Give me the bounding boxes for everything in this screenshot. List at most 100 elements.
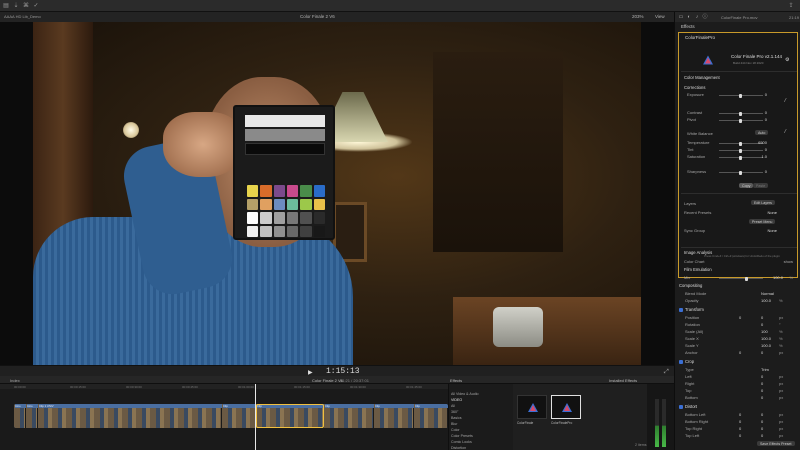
category-item[interactable]: Color Presets xyxy=(451,434,473,438)
top-left-x[interactable]: 0 xyxy=(739,433,741,438)
top-left-y[interactable]: 0 xyxy=(761,433,763,438)
tint-value[interactable]: 0 xyxy=(765,147,767,152)
timeline[interactable]: 00:00:00 00:00:15:00 00:00:30:00 00:00:4… xyxy=(0,384,448,450)
white-balance-auto-button[interactable]: Auto xyxy=(755,130,769,135)
installed-effects-menu[interactable]: Installed Effects xyxy=(609,378,637,383)
import-icon[interactable]: ⇣ xyxy=(13,3,19,9)
eyedropper-icon[interactable]: ⁄ xyxy=(785,129,786,135)
category-item[interactable]: Basics xyxy=(451,416,462,420)
blend-mode-value[interactable]: Normal xyxy=(761,291,774,296)
audio-inspector-icon[interactable]: ♪ xyxy=(694,14,700,20)
transform-checkbox[interactable] xyxy=(679,308,683,312)
slider-knob[interactable] xyxy=(739,118,742,123)
color-inspector-icon[interactable]: ◐ xyxy=(686,14,692,20)
distort-checkbox[interactable] xyxy=(679,405,683,409)
pivot-value[interactable]: 0 xyxy=(765,117,767,122)
timeline-clip[interactable]: Intro xyxy=(14,404,26,428)
position-y[interactable]: 0 xyxy=(761,315,763,320)
info-inspector-icon[interactable]: ⓘ xyxy=(702,14,708,20)
timeline-clip[interactable]: Clip xyxy=(222,404,256,428)
crop-right-value[interactable]: 0 xyxy=(761,381,763,386)
eyedropper-icon[interactable]: ⁄ xyxy=(785,98,786,104)
saturation-slider[interactable] xyxy=(719,155,763,160)
slider-knob[interactable] xyxy=(739,93,742,98)
save-effects-preset-button[interactable]: Save Effects Preset xyxy=(757,441,795,446)
scale-x-value[interactable]: 100.0 xyxy=(761,336,771,341)
copy-button[interactable]: Copy xyxy=(739,183,754,188)
exposure-slider[interactable] xyxy=(719,93,763,98)
crop-type-value[interactable]: Trim xyxy=(761,367,769,372)
top-right-y[interactable]: 0 xyxy=(761,426,763,431)
zoom-menu[interactable]: 203% xyxy=(632,14,644,19)
bottom-left-y[interactable]: 0 xyxy=(761,412,763,417)
edit-layers-button[interactable]: Edit Layers xyxy=(751,200,775,205)
video-inspector-icon[interactable]: ▭ xyxy=(678,14,684,20)
viewer[interactable] xyxy=(0,22,674,365)
crop-top-value[interactable]: 0 xyxy=(761,388,763,393)
slider-knob[interactable] xyxy=(739,111,742,116)
saturation-value[interactable]: 1.0 xyxy=(761,154,767,159)
sharpness-value[interactable]: 0 xyxy=(765,169,767,174)
crop-left-value[interactable]: 0 xyxy=(761,374,763,379)
crop-bottom-value[interactable]: 0 xyxy=(761,395,763,400)
slider-knob[interactable] xyxy=(739,170,742,175)
recent-presets-value[interactable]: None xyxy=(767,210,777,215)
category-item[interactable]: Color xyxy=(451,428,460,432)
settings-icon[interactable]: ⚙ xyxy=(785,57,789,63)
bottom-right-x[interactable]: 0 xyxy=(739,419,741,424)
contrast-value[interactable]: 0 xyxy=(765,110,767,115)
checkmark-icon[interactable]: ✓ xyxy=(33,3,39,9)
category-item[interactable]: Comic Looks xyxy=(451,440,472,444)
scale-y-value[interactable]: 100.0 xyxy=(761,343,771,348)
timeline-clip[interactable]: Clip xyxy=(374,404,414,428)
effect-thumbnail[interactable] xyxy=(517,395,547,419)
opacity-value[interactable]: 100.0 xyxy=(761,298,771,303)
effect-thumbnail-selected[interactable] xyxy=(551,395,581,419)
slider-knob[interactable] xyxy=(739,155,742,160)
category-item[interactable]: Blur xyxy=(451,422,457,426)
slider-knob[interactable] xyxy=(739,148,742,153)
playhead[interactable] xyxy=(255,384,256,450)
category-item[interactable]: Distortion xyxy=(451,446,466,450)
bottom-left-x[interactable]: 0 xyxy=(739,412,741,417)
pivot-slider[interactable] xyxy=(719,118,763,123)
key-icon[interactable]: ⌘ xyxy=(23,3,29,9)
sharpness-slider[interactable] xyxy=(719,170,763,175)
category-item[interactable]: All xyxy=(451,404,455,408)
category-item[interactable]: 360° xyxy=(451,410,458,414)
bottom-right-y[interactable]: 0 xyxy=(761,419,763,424)
anchor-y[interactable]: 0 xyxy=(761,350,763,355)
colorfinale-pro-panel[interactable]: ColorFinalePro Color Finale Pro v2.1.144… xyxy=(678,32,798,281)
contrast-slider[interactable] xyxy=(719,111,763,116)
view-menu[interactable]: View xyxy=(655,14,665,19)
anchor-x[interactable]: 0 xyxy=(739,350,741,355)
index-button[interactable]: Index xyxy=(10,378,20,383)
sync-group-value[interactable]: None xyxy=(767,228,777,233)
play-icon[interactable]: ▶ xyxy=(308,369,313,376)
category-item[interactable]: VIDEO xyxy=(451,398,462,402)
crop-checkbox[interactable] xyxy=(679,360,683,364)
temperature-slider[interactable] xyxy=(719,141,763,146)
timeline-clip[interactable]: Intro xyxy=(26,404,38,428)
top-right-x[interactable]: 0 xyxy=(739,426,741,431)
scale-all-value[interactable]: 100 xyxy=(761,329,768,334)
exposure-value[interactable]: 0 xyxy=(765,92,767,97)
paste-button[interactable]: Paste xyxy=(753,183,769,188)
fullscreen-icon[interactable]: ⤢ xyxy=(664,369,669,376)
preset-menu-button[interactable]: Preset Menu xyxy=(749,219,776,224)
temperature-value[interactable]: 6500 xyxy=(758,140,767,145)
timeline-clip[interactable]: Clip 1 UNIV xyxy=(38,404,222,428)
color-chart-show[interactable]: show xyxy=(784,259,793,264)
primary-storyline[interactable]: Intro Intro Clip 1 UNIV Clip Clip Clip C… xyxy=(14,404,448,428)
rotation-value[interactable]: 0 xyxy=(761,322,763,327)
timeline-ruler[interactable]: 00:00:00 00:00:15:00 00:00:30:00 00:00:4… xyxy=(0,384,448,389)
share-icon[interactable]: ⇪ xyxy=(788,3,794,9)
timeline-clip[interactable]: Clip xyxy=(414,404,448,428)
library-icon[interactable]: ▤ xyxy=(3,3,9,9)
tint-slider[interactable] xyxy=(719,148,763,153)
category-item[interactable]: All Video & Audio xyxy=(451,392,479,396)
timeline-clip[interactable]: Clip xyxy=(324,404,374,428)
timecode-display[interactable]: 1:15:13 xyxy=(326,367,360,376)
position-x[interactable]: 0 xyxy=(739,315,741,320)
slider-knob[interactable] xyxy=(739,141,742,146)
